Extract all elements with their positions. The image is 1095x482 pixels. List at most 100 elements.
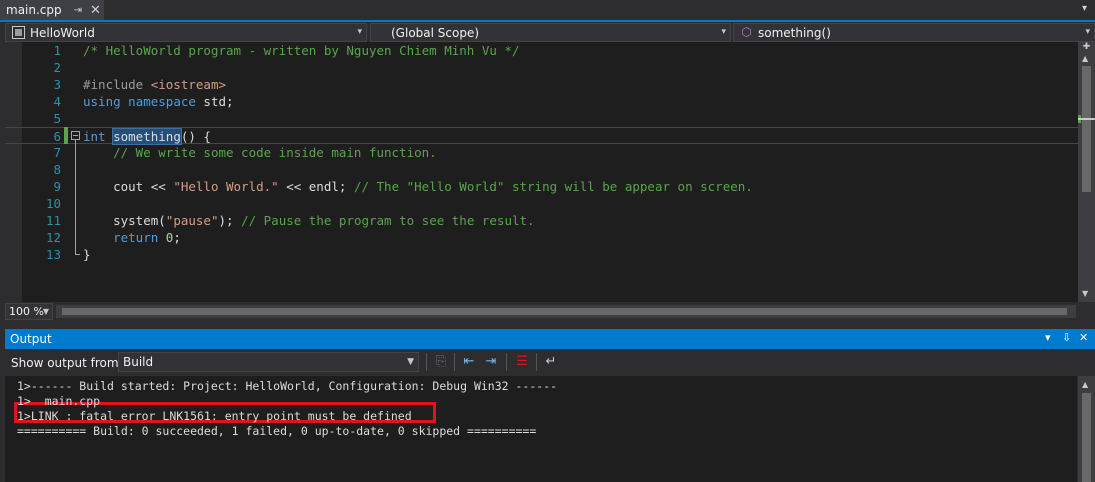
zoom-dropdown[interactable]: 100 % ▼ <box>5 303 53 320</box>
code-token: // The "Hello World" string will be appe… <box>353 179 753 194</box>
code-line[interactable]: 1 /* HelloWorld program - written by Nguy… <box>5 42 1080 59</box>
chevron-down-icon: ▼ <box>42 307 49 316</box>
code-line[interactable]: 10 <box>5 195 1080 212</box>
code-line[interactable]: 5 <box>5 110 1080 127</box>
code-line[interactable]: 6 int something() { <box>5 127 1080 145</box>
navigation-bar: HelloWorld ▾ (Global Scope) ▾ ⬡ somethin… <box>0 22 1095 42</box>
code-text: cout << "Hello World." << endl; // The "… <box>83 178 753 195</box>
code-text: using namespace std; <box>83 93 234 110</box>
code-line[interactable]: 12 return 0; <box>5 229 1080 246</box>
project-dropdown[interactable]: HelloWorld ▾ <box>5 23 367 42</box>
output-source-dropdown[interactable]: Build ▼ <box>118 352 419 372</box>
code-line[interactable]: 11 system("pause"); // Pause the program… <box>5 212 1080 229</box>
collapse-outline-icon[interactable] <box>71 131 80 140</box>
output-vertical-scrollbar[interactable]: ▲ <box>1078 376 1095 482</box>
show-output-from-label: Show output from: <box>11 356 123 370</box>
line-number: 13 <box>45 247 61 262</box>
toolbar-separator <box>454 353 455 371</box>
code-token: <iostream> <box>150 77 226 92</box>
toolbar-separator <box>506 353 507 371</box>
pin-icon[interactable]: ⇥ <box>74 5 82 16</box>
method-cube-icon: ⬡ <box>741 25 752 39</box>
code-text: int something() { <box>83 128 211 145</box>
line-number: 1 <box>53 43 61 58</box>
editor-vertical-scrollbar[interactable]: ✚ ▲ ▼ <box>1078 42 1095 302</box>
toolbar-separator <box>426 353 427 371</box>
split-window-icon[interactable]: ✚ <box>1082 43 1091 52</box>
scope-dropdown[interactable]: (Global Scope) ▾ <box>370 23 731 42</box>
code-token: std; <box>195 94 234 109</box>
project-dropdown-value: HelloWorld <box>30 25 95 40</box>
tab-label: main.cpp <box>6 3 62 17</box>
function-dropdown[interactable]: ⬡ something() ▾ <box>733 23 1095 42</box>
line-number: 5 <box>53 111 61 126</box>
line-number: 9 <box>53 179 61 194</box>
scroll-down-arrow-icon[interactable]: ▼ <box>1082 289 1088 298</box>
chevron-down-icon: ▼ <box>407 357 414 367</box>
code-text: // We write some code inside main functi… <box>83 144 437 161</box>
output-line: 1> main.cpp <box>17 394 101 408</box>
code-token: "Hello World." <box>173 179 279 194</box>
line-number: 8 <box>53 162 61 177</box>
code-text: } <box>83 246 91 263</box>
function-dropdown-value: something() <box>758 25 831 40</box>
close-icon[interactable]: ✕ <box>1079 331 1088 344</box>
code-token: } <box>83 247 91 262</box>
code-token: cout << <box>83 179 174 194</box>
scrollbar-thumb[interactable] <box>1082 66 1091 192</box>
find-message-icon[interactable]: ⎘ <box>432 353 450 371</box>
scrollbar-thumb[interactable] <box>1082 393 1091 482</box>
scroll-up-arrow-icon[interactable]: ▲ <box>1082 54 1088 63</box>
code-token: system( <box>83 213 166 228</box>
code-line[interactable]: 4 using namespace std; <box>5 93 1080 110</box>
code-editor[interactable]: 1 /* HelloWorld program - written by Nguy… <box>5 42 1080 302</box>
chevron-down-icon: ▾ <box>721 27 726 37</box>
code-token: /* HelloWorld program - written by Nguye… <box>83 43 520 58</box>
code-line[interactable]: 2 <box>5 59 1080 76</box>
code-line[interactable]: 3 #include <iostream> <box>5 76 1080 93</box>
scroll-up-arrow-icon[interactable]: ▲ <box>1082 380 1088 389</box>
outline-guide-end <box>75 254 80 255</box>
code-text: system("pause"); // Pause the program to… <box>83 212 534 229</box>
code-line[interactable]: 13} <box>5 246 1080 263</box>
output-line: 1>------ Build started: Project: HelloWo… <box>17 379 558 393</box>
pin-icon[interactable]: ⇩ <box>1062 331 1071 344</box>
outline-guide <box>75 140 76 255</box>
line-number: 11 <box>45 213 61 228</box>
code-line[interactable]: 7 // We write some code inside main func… <box>5 144 1080 161</box>
chevron-down-icon: ▾ <box>1085 27 1090 37</box>
code-token: () { <box>180 129 211 144</box>
code-token: ; <box>173 230 181 245</box>
code-line[interactable]: 9 cout << "Hello World." << endl; // The… <box>5 178 1080 195</box>
go-to-next-message-icon[interactable]: ⇥ <box>482 353 500 371</box>
code-text: return 0; <box>83 229 181 246</box>
output-line: 1>LINK : fatal error LNK1561: entry poin… <box>17 409 412 423</box>
code-token: // We write some code inside main functi… <box>113 145 437 160</box>
tab-main-cpp[interactable]: main.cpp ⇥ ✕ <box>0 0 104 20</box>
editor-status-row: 100 % ▼ <box>0 302 1095 321</box>
clear-all-icon[interactable]: ☰ <box>513 353 531 371</box>
tab-overflow-dropdown-icon[interactable]: ▾ <box>1082 3 1087 14</box>
output-line: ========== Build: 0 succeeded, 1 failed,… <box>17 424 537 438</box>
editor-horizontal-scrollbar[interactable] <box>56 305 1076 318</box>
line-number: 3 <box>53 77 61 92</box>
window-menu-icon[interactable]: ▾ <box>1045 331 1051 344</box>
line-number: 6 <box>53 129 61 144</box>
code-line[interactable]: 8 <box>5 161 1080 178</box>
zoom-value: 100 % <box>9 305 44 318</box>
code-token: namespace <box>128 94 196 109</box>
output-toolbar: Show output from: Build ▼ ⎘ ⇤ ⇥ ☰ ↵ <box>5 349 1095 376</box>
scrollbar-thumb[interactable] <box>62 308 1067 315</box>
go-to-previous-message-icon[interactable]: ⇤ <box>460 353 478 371</box>
code-text: #include <iostream> <box>83 76 226 93</box>
code-token: return <box>113 230 159 245</box>
code-token: "pause" <box>165 213 219 228</box>
output-text-area[interactable]: 1>------ Build started: Project: HelloWo… <box>5 376 1077 482</box>
line-number: 7 <box>53 145 61 160</box>
close-icon[interactable]: ✕ <box>90 3 101 18</box>
toggle-word-wrap-icon[interactable]: ↵ <box>542 353 560 371</box>
project-icon <box>12 26 25 39</box>
